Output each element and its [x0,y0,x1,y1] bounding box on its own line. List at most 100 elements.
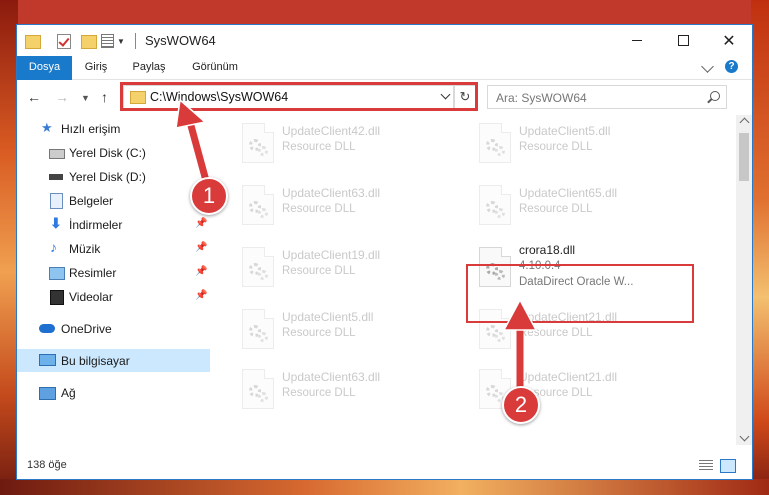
file-type: Resource DLL [519,203,593,215]
file-type: Resource DLL [519,327,593,339]
file-name: UpdateClient21.dll [519,370,618,384]
pin-icon[interactable]: 📌 [195,242,207,253]
sidebar-item-this-pc[interactable]: Bu bilgisayar [17,349,210,372]
sidebar-item-videos[interactable]: Videolar 📌 [17,285,210,308]
back-arrow-icon[interactable]: ← [27,89,41,105]
sidebar-item-downloads[interactable]: ⬇ İndirmeler 📌 [17,213,210,236]
scroll-down-icon[interactable] [739,431,750,442]
file-name: UpdateClient63.dll [282,370,381,384]
search-icon[interactable] [710,91,720,101]
vertical-scrollbar[interactable] [736,115,752,445]
dll-file-icon [242,123,274,163]
pin-icon[interactable]: 📌 [195,266,207,277]
file-type: Resource DLL [519,141,593,153]
scroll-thumb[interactable] [739,133,749,181]
sidebar-item-pictures[interactable]: Resimler 📌 [17,261,210,284]
network-icon [39,387,56,400]
address-highlight-frame [120,82,478,111]
up-arrow-icon[interactable]: ↑ [101,89,108,105]
sidebar-item-label: OneDrive [61,322,112,336]
sidebar-item-label: Hızlı erişim [61,122,121,136]
file-name: UpdateClient5.dll [282,310,374,324]
file-name: UpdateClient5.dll [519,124,611,138]
file-highlight-frame [466,264,694,323]
forward-arrow-icon[interactable]: → [55,89,69,105]
dll-file-icon [479,185,511,225]
title-bar: ▼ SysWOW64 ✕ [17,25,752,56]
sidebar-item-label: Müzik [69,242,101,256]
sidebar-item-music[interactable]: ♪ Müzik 📌 [17,237,210,260]
sidebar-item-onedrive[interactable]: OneDrive [17,317,210,340]
close-button[interactable]: ✕ [706,25,752,56]
file-name: UpdateClient63.dll [282,186,381,200]
ribbon-tabs: Dosya Giriş Paylaş Görünüm ? [17,56,752,106]
file-name: UpdateClient65.dll [519,186,618,200]
search-placeholder: Ara: SysWOW64 [496,91,587,105]
file-type: Resource DLL [282,387,356,399]
details-view-icon[interactable] [699,460,713,472]
picture-icon [49,267,65,280]
file-item[interactable]: UpdateClient63.dll Resource DLL [230,365,460,415]
close-icon: ✕ [722,32,736,50]
sidebar-item-label: Bu bilgisayar [61,354,130,368]
sidebar-item-label: İndirmeler [69,218,123,232]
star-icon: ★ [41,120,53,135]
file-item[interactable]: UpdateClient5.dll Resource DLL [230,305,460,355]
title-separator [135,33,136,49]
tab-home[interactable]: Giriş [81,56,111,79]
sidebar-item-network[interactable]: Ağ [17,381,210,404]
search-box[interactable]: Ara: SysWOW64 [487,85,727,109]
ribbon-expand-chevron-icon[interactable] [701,60,714,73]
status-bar: 138 öğe [17,453,752,479]
large-icons-view-icon[interactable] [720,459,736,473]
file-item[interactable]: UpdateClient5.dll Resource DLL [467,119,697,169]
file-item[interactable]: UpdateClient63.dll Resource DLL [230,181,460,231]
sidebar-item-local-disk-d[interactable]: Yerel Disk (D:) [17,165,210,188]
dll-file-icon [242,309,274,349]
file-name: UpdateClient19.dll [282,248,381,262]
file-item[interactable]: UpdateClient65.dll Resource DLL [467,181,697,231]
file-name: UpdateClient42.dll [282,124,381,138]
folder-icon [25,35,41,49]
download-icon: ⬇ [50,215,62,231]
file-type: Resource DLL [282,141,356,153]
sidebar-item-label: Belgeler [69,194,114,208]
scroll-up-icon[interactable] [739,117,750,128]
drive-icon [49,149,65,159]
properties-check-icon[interactable] [57,34,71,49]
music-icon: ♪ [50,239,57,255]
tab-share[interactable]: Paylaş [129,56,169,79]
sidebar-item-label: Yerel Disk (C:) [69,146,146,160]
desktop-background-bottom [0,479,769,495]
maximize-button[interactable] [660,25,706,56]
sidebar-item-quick-access[interactable]: ★ Hızlı erişim [17,117,210,140]
sidebar-item-local-disk-c[interactable]: Yerel Disk (C:) [17,141,210,164]
navigation-pane: ★ Hızlı erişim Yerel Disk (C:) Yerel Dis… [17,115,210,445]
minimize-icon [632,40,642,41]
dll-file-icon [242,247,274,287]
step-badge-1: 1 [190,177,228,215]
help-icon[interactable]: ? [725,60,738,73]
dll-file-icon [242,185,274,225]
video-icon [50,290,64,305]
file-type: Resource DLL [282,203,356,215]
pin-icon[interactable]: 📌 [195,218,207,229]
pin-icon[interactable]: 📌 [195,290,207,301]
dll-file-icon [479,123,511,163]
quick-access-dropdown-icon[interactable]: ▼ [117,37,125,53]
sidebar-item-label: Yerel Disk (D:) [69,170,146,184]
file-list: UpdateClient42.dll Resource DLL UpdateCl… [210,115,736,445]
properties-icon[interactable] [101,34,114,48]
computer-icon [39,354,56,366]
recent-locations-chevron-icon[interactable]: ▼ [81,93,90,103]
item-count: 138 öğe [27,459,67,471]
document-icon [50,193,63,209]
minimize-button[interactable] [614,25,660,56]
file-item[interactable]: UpdateClient42.dll Resource DLL [230,119,460,169]
file-type: Resource DLL [282,265,356,277]
new-folder-icon[interactable] [81,35,97,49]
file-item[interactable]: UpdateClient19.dll Resource DLL [230,243,460,293]
step-badge-2: 2 [502,386,540,424]
sidebar-item-documents[interactable]: Belgeler 📌 [17,189,210,212]
tab-view[interactable]: Görünüm [185,56,245,79]
